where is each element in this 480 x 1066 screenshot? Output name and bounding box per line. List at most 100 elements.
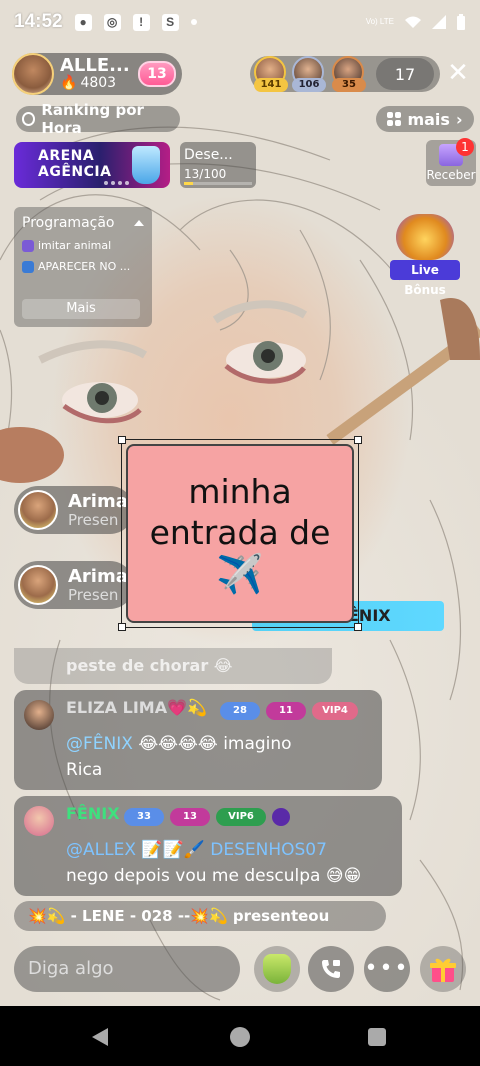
join-notification[interactable]: Arima Presen	[14, 561, 134, 609]
more-options-button[interactable]: •••	[364, 946, 410, 992]
resize-handle[interactable]	[118, 436, 126, 444]
s-app-icon: S	[161, 13, 179, 31]
more-button[interactable]: mais ›	[376, 106, 474, 132]
top-viewer-1[interactable]: 141	[254, 56, 288, 92]
user-avatar[interactable]	[24, 700, 54, 730]
chat-message[interactable]: FÊNIX 33 13 VIP6 @ALLEX 📝📝🖌️ DESENHOS07 …	[14, 796, 402, 896]
sticker-line1: minha	[188, 472, 292, 511]
call-button[interactable]	[308, 946, 354, 992]
status-bar: 14:52 ● ◎ ! S Vo) LTE	[0, 0, 480, 44]
chat-notification-icon: ●	[74, 13, 92, 31]
close-icon[interactable]: ✕	[444, 58, 472, 88]
ranking-label: Ranking por Hora	[41, 101, 144, 137]
join-subtitle: Presen	[68, 510, 119, 529]
receive-gift-button[interactable]: Receber 1	[426, 138, 476, 186]
host-level-badge: 13	[138, 61, 176, 87]
text-sticker[interactable]: minha entrada de ✈️	[118, 436, 362, 631]
collapse-caret-icon[interactable]	[134, 220, 144, 226]
home-icon[interactable]	[230, 1027, 250, 1047]
host-profile[interactable]: ALLE... 🔥 4803 13	[12, 53, 182, 95]
sticker-card: minha entrada de ✈️	[126, 444, 354, 623]
viewer-count-button[interactable]: 17	[376, 58, 434, 90]
host-name: ALLE...	[60, 55, 130, 77]
join-notification[interactable]: Arima Presen	[14, 486, 134, 534]
drink-cup-icon	[263, 954, 291, 984]
trophy-icon	[132, 146, 160, 184]
arena-agencia-banner[interactable]: ARENA AGÊNCIA	[14, 142, 170, 188]
status-time: 14:52	[14, 11, 63, 32]
chat-message[interactable]: ELIZA LIMA💗💫 28 11 VIP4 @FÊNIX 😂😂😂😂 imag…	[14, 690, 382, 790]
more-label: mais	[407, 109, 450, 129]
drink-gift-button[interactable]	[254, 946, 300, 992]
battery-icon	[457, 14, 465, 30]
hourly-ranking-button[interactable]: Ranking por Hora	[16, 101, 180, 137]
grid-icon	[387, 112, 402, 126]
video-call-icon	[322, 960, 340, 978]
clock-icon	[22, 112, 36, 126]
gem-icon	[272, 808, 290, 826]
message-mention[interactable]: @ALLEX 📝📝🖌️ DESENHOS07	[66, 840, 327, 860]
join-user-name: Arima	[68, 565, 128, 587]
host-avatar[interactable]	[12, 53, 54, 95]
vip-badge: VIP4	[312, 702, 358, 720]
message-text: Rica	[66, 760, 103, 780]
gift-button[interactable]	[420, 946, 466, 992]
challenge-label: Dese...	[184, 147, 233, 163]
message-line: @FÊNIX 😂😂😂😂 imagino	[66, 734, 292, 754]
challenge-progress-bar	[184, 182, 252, 185]
top-viewer-3[interactable]: 35	[332, 56, 366, 92]
more-notifications-dot	[190, 19, 197, 25]
message-text: nego depois vou me desculpa 😅😁	[66, 866, 362, 886]
host-score-value: 4803	[80, 75, 117, 92]
gift-announcement: 💥💫 - LENE - 028 --💥💫 presenteou	[14, 901, 386, 931]
treasure-chest-icon	[396, 214, 454, 260]
resize-handle[interactable]	[354, 436, 362, 444]
vip-badge: VIP6	[216, 808, 266, 826]
top-viewer-2[interactable]: 106	[292, 56, 326, 92]
resize-handle[interactable]	[354, 623, 362, 631]
message-mention[interactable]: @FÊNIX	[66, 734, 133, 754]
chat-message-partial: peste de chorar 😂	[14, 648, 332, 684]
wifi-icon	[405, 16, 421, 28]
navigation-bar	[0, 1006, 480, 1066]
user-avatar[interactable]	[24, 806, 54, 836]
message-text: imagino	[223, 734, 292, 754]
alert-icon: !	[132, 13, 150, 31]
viewer-count-badge: 35	[332, 78, 366, 92]
viewer-count-badge: 106	[292, 78, 326, 92]
airplane-icon: ✈️	[216, 552, 264, 596]
instagram-icon: ◎	[103, 13, 121, 31]
schedule-item: APARECER NO ...	[22, 260, 144, 273]
challenge-progress-text: 13/100	[184, 167, 227, 181]
network-label: Vo) LTE	[365, 17, 394, 26]
resize-handle[interactable]	[118, 623, 126, 631]
join-subtitle: Presen	[68, 585, 119, 604]
arena-line1: ARENA	[38, 148, 95, 164]
level-badge: 28	[220, 702, 260, 720]
chat-input[interactable]: Diga algo	[14, 946, 240, 992]
back-icon[interactable]	[92, 1028, 108, 1046]
message-username[interactable]: ELIZA LIMA💗💫	[66, 698, 207, 717]
live-bonus-button[interactable]: Live Bônus	[388, 214, 462, 297]
level-badge: 33	[124, 808, 164, 826]
viewer-count-badge: 141	[254, 78, 288, 92]
chevron-right-icon: ›	[455, 109, 463, 129]
sticker-line2: entrada de	[149, 513, 331, 552]
fan-badge: 11	[266, 702, 306, 720]
recent-apps-icon[interactable]	[368, 1028, 386, 1046]
user-avatar	[18, 490, 58, 530]
notification-badge: 1	[456, 138, 474, 156]
signal-icon	[432, 15, 446, 29]
flame-icon: 🔥	[60, 75, 78, 92]
carousel-dots	[104, 181, 129, 185]
user-avatar	[18, 565, 58, 605]
challenge-card[interactable]: Dese... 13/100	[180, 142, 256, 188]
video-icon	[22, 260, 34, 273]
gift-icon	[430, 958, 456, 982]
schedule-item: imitar animal	[22, 239, 144, 252]
schedule-panel: Programação imitar animal APARECER NO ..…	[14, 207, 152, 327]
schedule-more-button[interactable]: Mais	[22, 299, 140, 319]
fan-badge: 13	[170, 808, 210, 826]
message-username[interactable]: FÊNIX	[66, 804, 120, 823]
live-bonus-label: Live Bônus	[390, 260, 460, 297]
